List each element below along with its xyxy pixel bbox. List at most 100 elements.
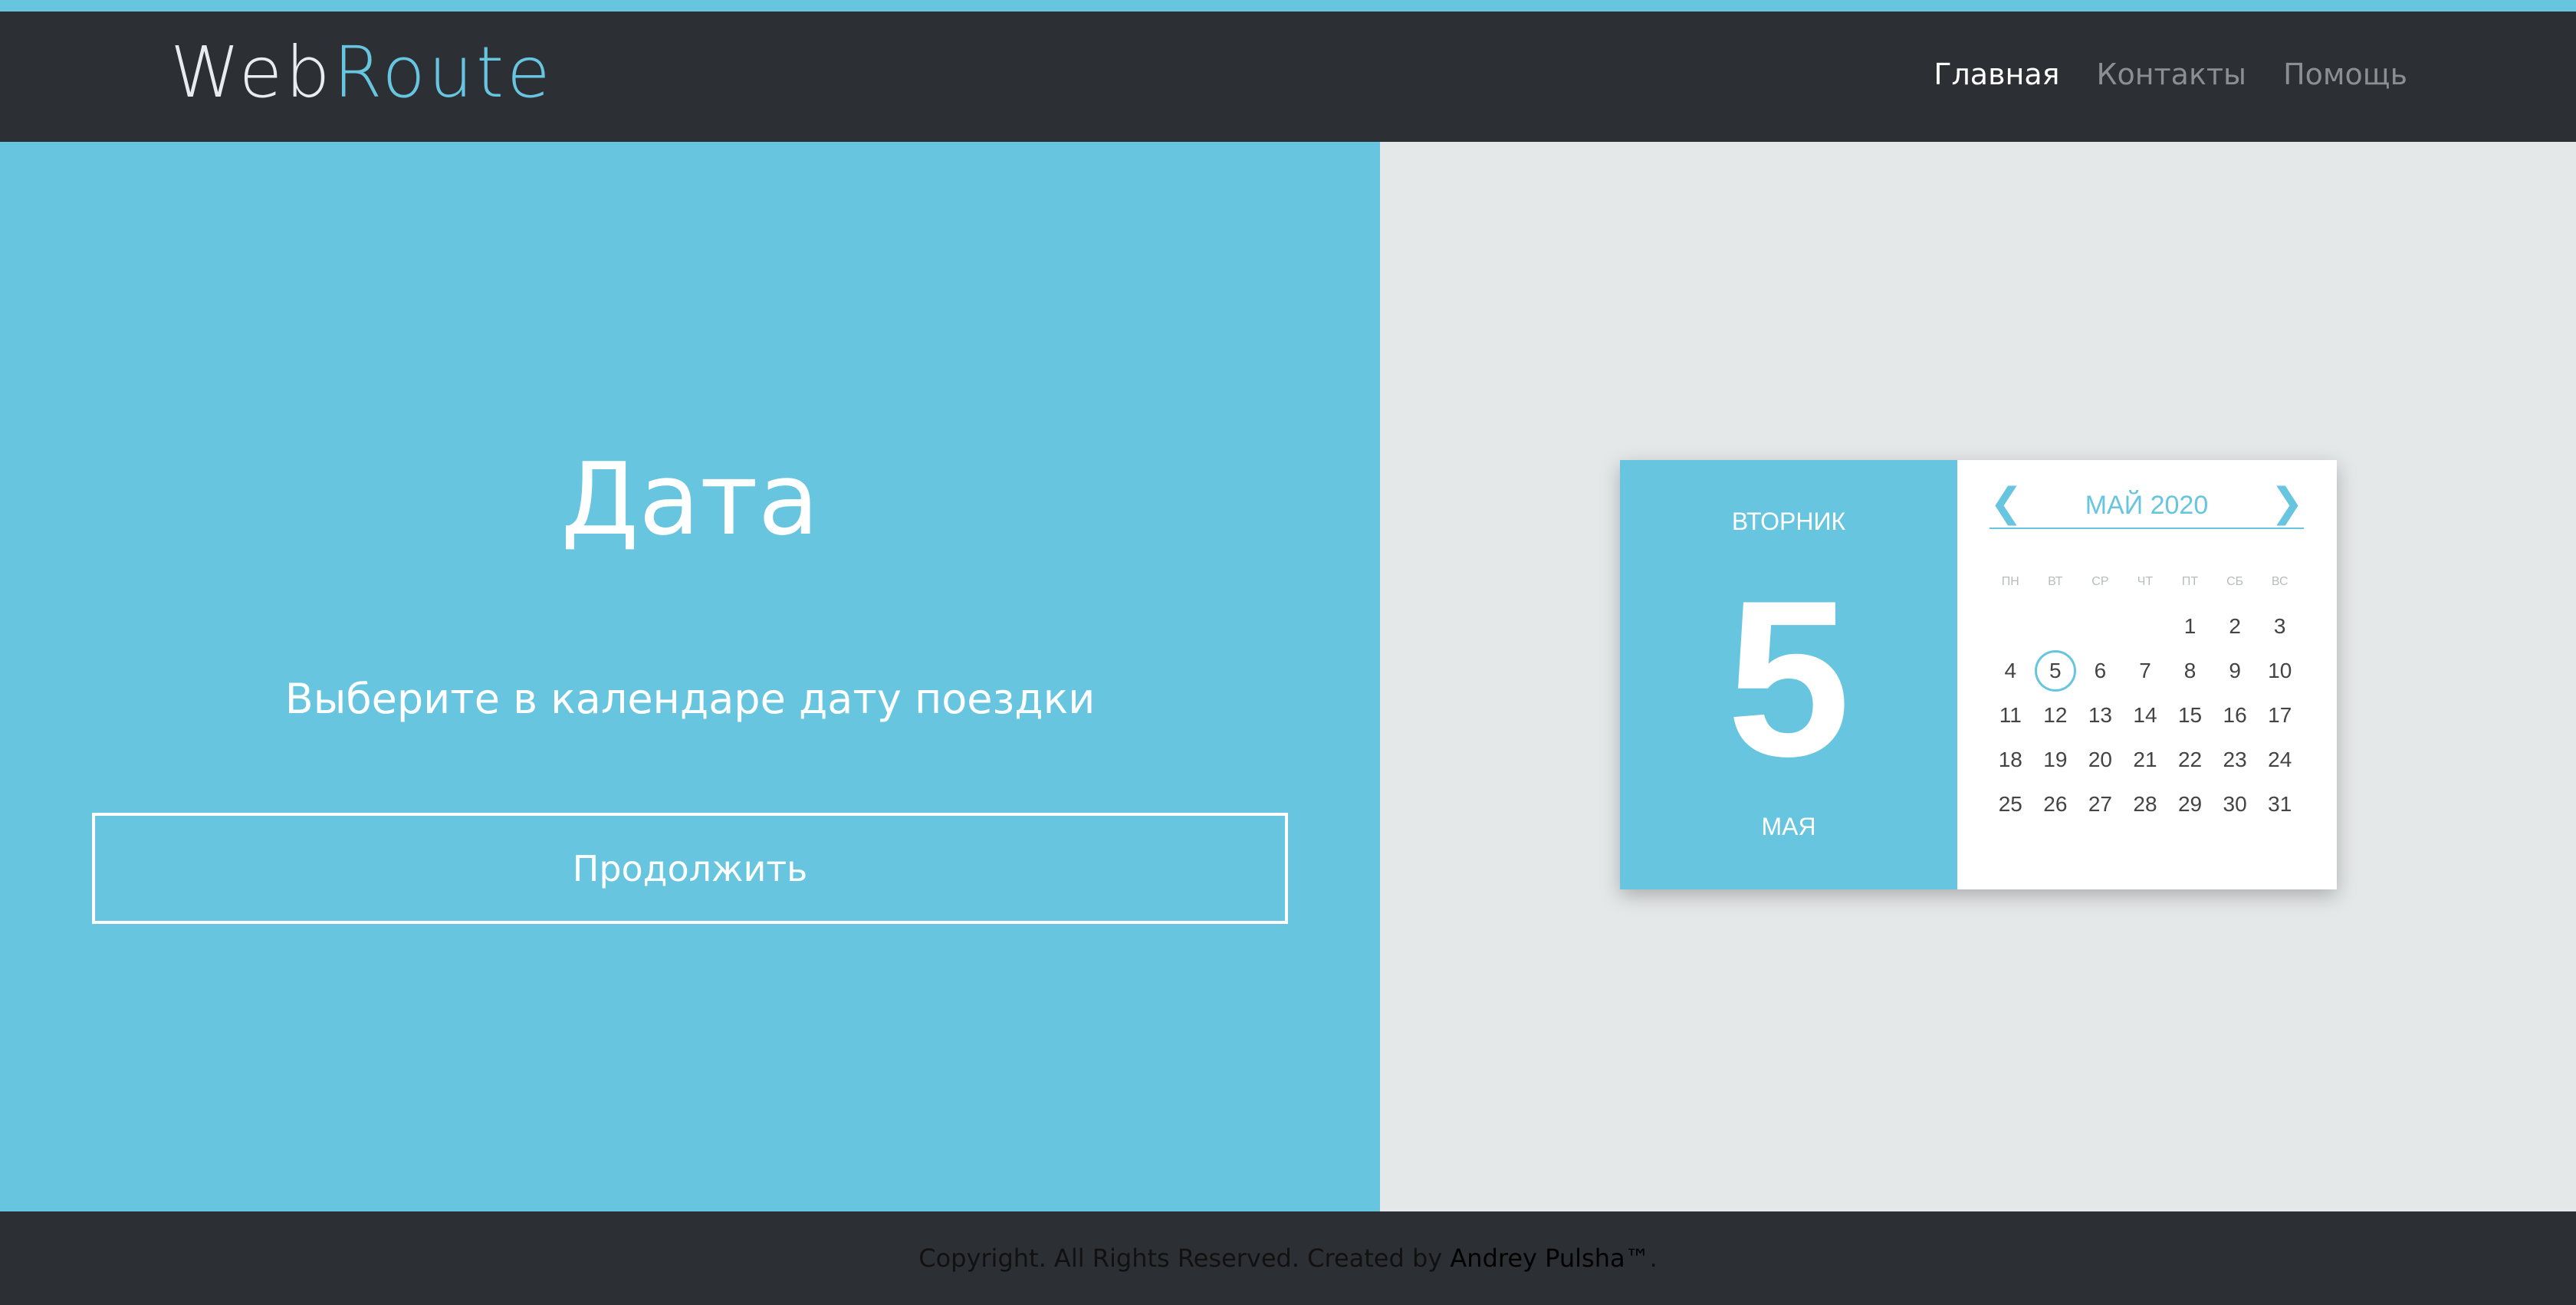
day-number: 2 — [2229, 614, 2241, 638]
calendar-grid: ПН ВТ СР ЧТ ПТ СБ ВС 1 2 3 4 5 6 7 8 9 10 11 12 13 14… — [1988, 575, 2302, 827]
dow-label: СБ — [2226, 575, 2244, 588]
hero-panel: Дата Выберите в календаре дату поездки П… — [0, 142, 1380, 1211]
days-grid: 1 2 3 4 5 6 7 8 9 10 11 12 13 14 15 16 17 18 19 20 21 22 23 24 2… — [1988, 604, 2302, 827]
day-number: 15 — [2177, 703, 2203, 727]
day-cell[interactable]: 5 — [2033, 649, 2078, 693]
day-number: 3 — [2273, 614, 2286, 638]
day-number: 9 — [2229, 659, 2241, 682]
day-number: 5 — [2034, 650, 2076, 692]
day-cell[interactable]: 3 — [2257, 604, 2302, 649]
logo-part-b: Route — [333, 31, 554, 113]
day-number: 18 — [1998, 748, 2022, 771]
month-grid-panel: ❮ МАЙ 2020 ❯ ПН ВТ СР ЧТ ПТ СБ ВС 123456… — [1957, 460, 2337, 889]
day-cell[interactable]: 15 — [2167, 693, 2213, 738]
day-cell[interactable]: 21 — [2123, 738, 2168, 782]
day-cell[interactable]: 18 — [1988, 738, 2033, 782]
day-number: 4 — [2004, 659, 2017, 682]
nav-home[interactable]: Главная — [1934, 58, 2059, 91]
day-cell[interactable]: 13 — [2078, 693, 2123, 738]
day-cell[interactable]: 31 — [2257, 782, 2302, 827]
day-number: 22 — [2177, 748, 2203, 771]
empty-day-cell — [2123, 604, 2168, 649]
day-cell[interactable]: 30 — [2213, 782, 2258, 827]
selected-weekday: ВТОРНИК — [1731, 508, 1846, 535]
copyright-text: Copyright. All Rights Reserved. Created … — [918, 1244, 1658, 1273]
logo[interactable]: WebRoute — [170, 38, 554, 108]
dow-label: ПТ — [2181, 575, 2199, 588]
copyright-label: Copyright. All Rights Reserved. Created … — [918, 1244, 1451, 1273]
day-number: 11 — [1999, 703, 2022, 727]
day-number: 24 — [2268, 748, 2292, 771]
page-title: Дата — [560, 441, 820, 557]
selected-month: МАЯ — [1761, 813, 1816, 840]
day-cell[interactable]: 16 — [2213, 693, 2258, 738]
empty-day-cell — [2033, 604, 2078, 649]
nav-help[interactable]: Помощь — [2283, 58, 2407, 91]
day-cell[interactable]: 1 — [2167, 604, 2213, 649]
day-number: 30 — [2223, 792, 2247, 816]
day-number: 29 — [2177, 792, 2203, 816]
nav-contacts[interactable]: Контакты — [2096, 58, 2246, 91]
day-number: 10 — [2268, 659, 2292, 682]
top-accent-line — [0, 0, 2576, 12]
selected-day-number: 5 — [1727, 554, 1851, 803]
day-number: 13 — [2088, 703, 2112, 727]
main-nav: Главная Контакты Помощь — [1934, 58, 2407, 91]
day-number: 27 — [2088, 792, 2112, 816]
day-number: 6 — [2094, 659, 2107, 682]
day-number: 12 — [2043, 703, 2068, 727]
day-number: 21 — [2133, 748, 2157, 771]
header: WebRoute Главная Контакты Помощь — [0, 12, 2576, 142]
day-number: 31 — [2268, 792, 2292, 816]
day-number: 19 — [2043, 748, 2068, 771]
month-label: МАЙ 2020 — [2085, 491, 2209, 520]
day-number: 1 — [2183, 614, 2196, 638]
day-cell[interactable]: 8 — [2167, 649, 2213, 693]
dow-label: ПН — [2001, 575, 2019, 588]
day-cell[interactable]: 19 — [2033, 738, 2078, 782]
day-cell[interactable]: 10 — [2257, 649, 2302, 693]
footer: Copyright. All Rights Reserved. Created … — [0, 1211, 2576, 1305]
day-number: 28 — [2133, 792, 2157, 816]
day-cell[interactable]: 22 — [2167, 738, 2213, 782]
day-cell[interactable]: 23 — [2213, 738, 2258, 782]
day-cell[interactable]: 11 — [1988, 693, 2033, 738]
continue-button[interactable]: Продолжить — [92, 813, 1288, 924]
day-cell[interactable]: 26 — [2033, 782, 2078, 827]
day-number: 26 — [2043, 792, 2068, 816]
day-cell[interactable]: 25 — [1988, 782, 2033, 827]
day-cell[interactable]: 20 — [2078, 738, 2123, 782]
day-cell[interactable]: 4 — [1988, 649, 2033, 693]
day-cell[interactable]: 14 — [2123, 693, 2168, 738]
day-number: 17 — [2268, 703, 2292, 727]
day-cell[interactable]: 12 — [2033, 693, 2078, 738]
day-cell[interactable]: 27 — [2078, 782, 2123, 827]
day-cell[interactable]: 24 — [2257, 738, 2302, 782]
empty-day-cell — [1988, 604, 2033, 649]
dow-label: ВТ — [2048, 575, 2063, 588]
copyright-dot: . — [1649, 1244, 1658, 1273]
author-name: Andrey Pulsha™ — [1450, 1244, 1650, 1273]
chevron-right-icon[interactable]: ❯ — [2270, 483, 2304, 523]
day-number: 23 — [2223, 748, 2247, 771]
day-number: 8 — [2183, 659, 2196, 682]
empty-day-cell — [2078, 604, 2123, 649]
day-number: 25 — [1998, 792, 2022, 816]
day-number: 20 — [2088, 748, 2112, 771]
day-number: 16 — [2223, 703, 2247, 727]
day-cell[interactable]: 6 — [2078, 649, 2123, 693]
month-header: ❮ МАЙ 2020 ❯ — [1990, 483, 2304, 529]
page-subtitle: Выберите в календаре дату поездки — [284, 675, 1096, 723]
day-cell[interactable]: 9 — [2213, 649, 2258, 693]
calendar-widget: ВТОРНИК 5 МАЯ ❮ МАЙ 2020 ❯ ПН ВТ СР ЧТ П… — [1620, 460, 2337, 889]
day-cell[interactable]: 17 — [2257, 693, 2302, 738]
logo-part-a: Web — [170, 31, 334, 113]
dow-label: СР — [2091, 575, 2109, 588]
day-cell[interactable]: 2 — [2213, 604, 2258, 649]
days-of-week-row: ПН ВТ СР ЧТ ПТ СБ ВС — [1988, 575, 2302, 589]
day-cell[interactable]: 28 — [2123, 782, 2168, 827]
day-number: 14 — [2133, 703, 2157, 727]
day-cell[interactable]: 29 — [2167, 782, 2213, 827]
day-cell[interactable]: 7 — [2123, 649, 2168, 693]
dow-label: ВС — [2271, 575, 2288, 588]
